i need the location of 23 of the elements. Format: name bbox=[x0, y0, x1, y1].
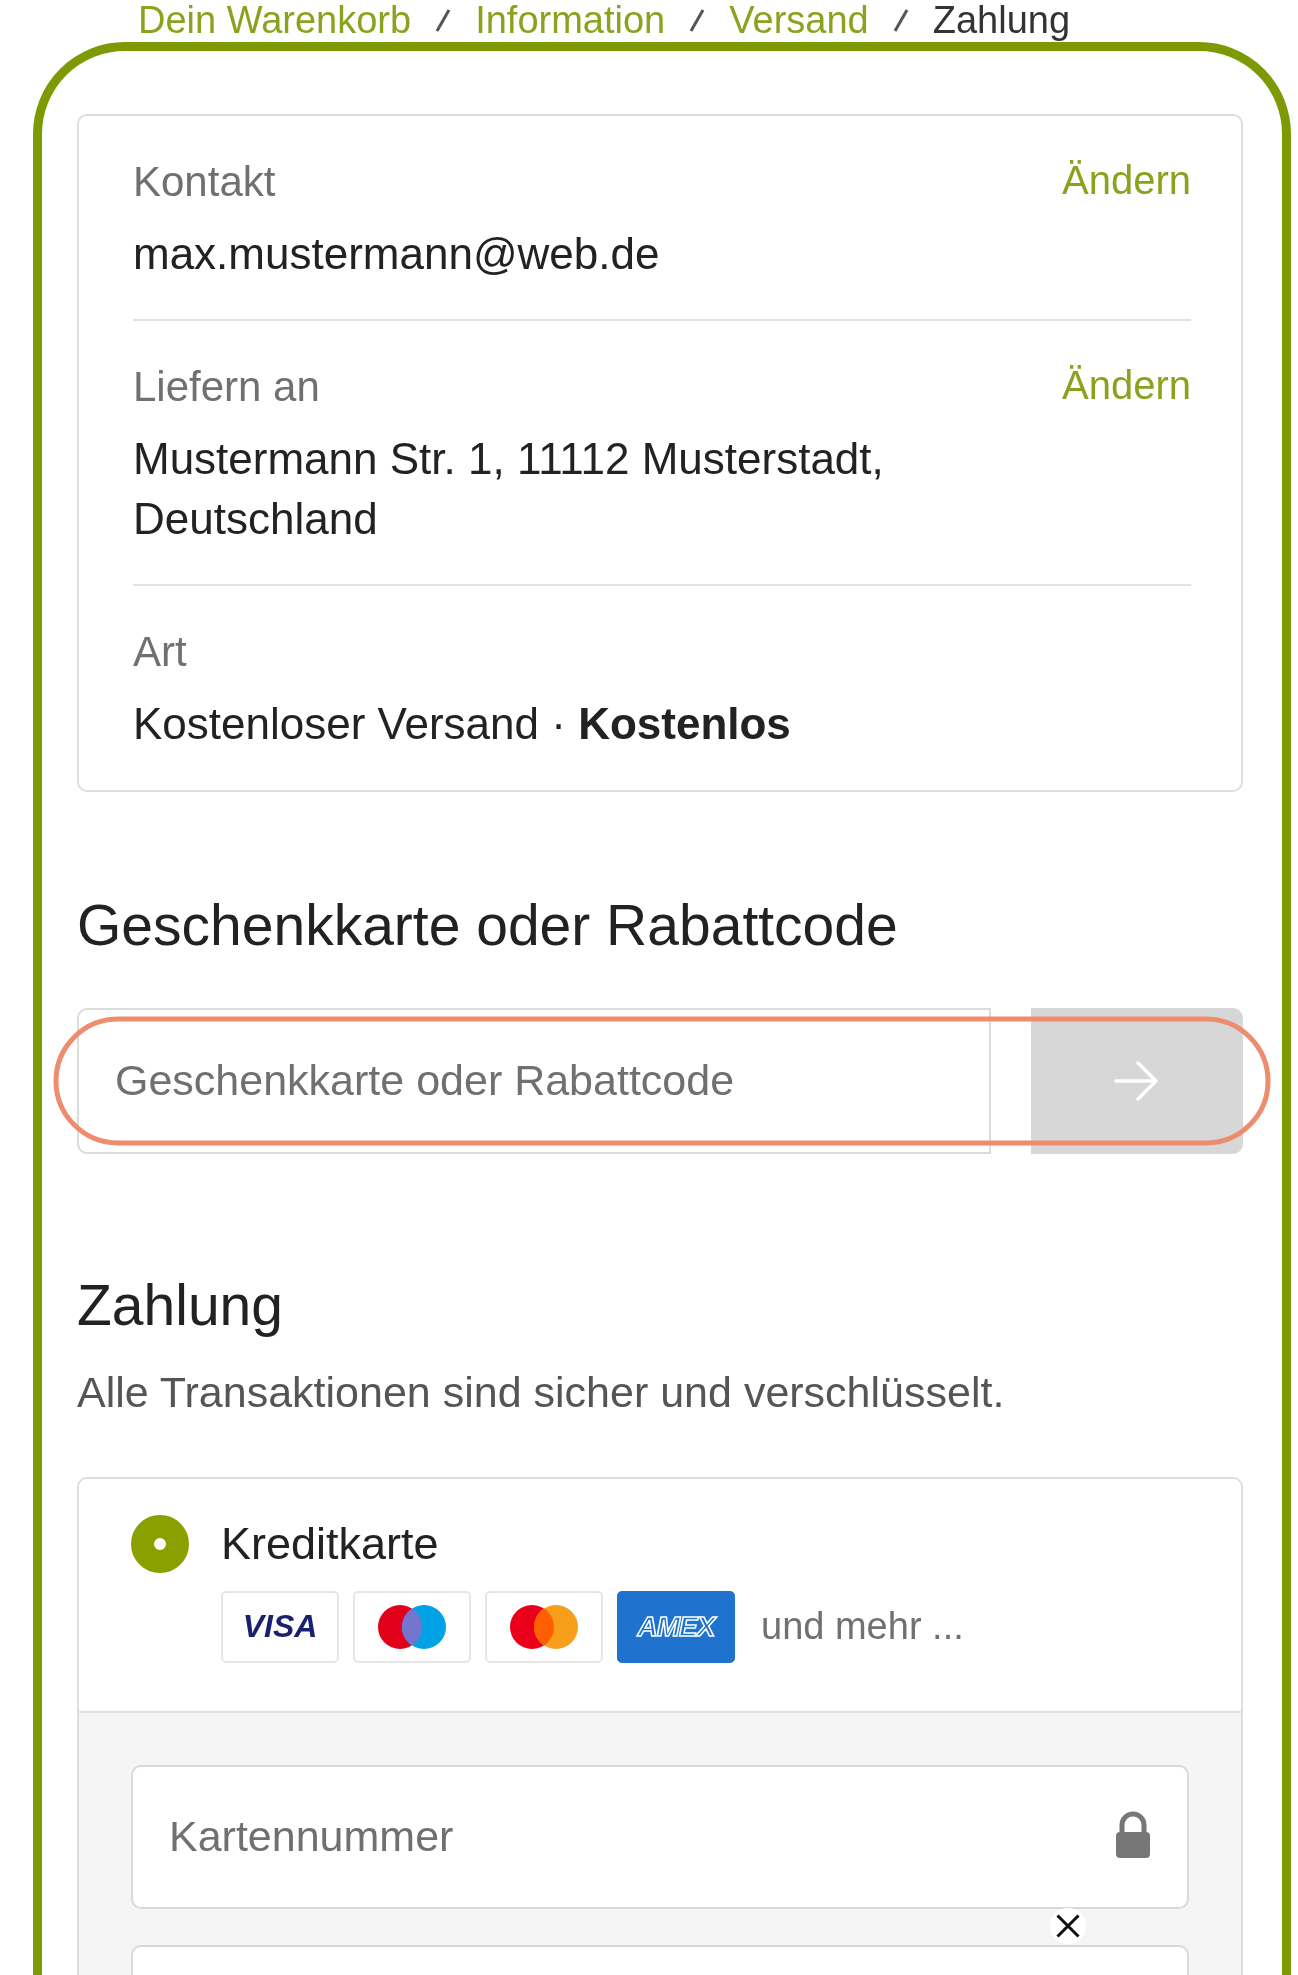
breadcrumb-link[interactable]: Versand bbox=[729, 0, 869, 40]
section-subtitle: Alle Transaktionen sind sicher und verschlüsselt. bbox=[77, 1367, 1006, 1417]
card-number-field[interactable]: Kartennummer bbox=[131, 1764, 1189, 1909]
payment-method-label: Kreditkarte bbox=[221, 1517, 439, 1570]
breadcrumb-link[interactable]: Dein Warenkorb bbox=[138, 0, 412, 40]
amex-logo: AMEX bbox=[617, 1590, 735, 1663]
summary-value: Kostenloser Versand · Kostenlos bbox=[133, 698, 791, 751]
summary-label: Liefern an bbox=[133, 363, 321, 412]
radio-button[interactable] bbox=[131, 1514, 189, 1573]
visa-logo: VISA bbox=[221, 1590, 339, 1663]
summary-label: Kontakt bbox=[133, 158, 277, 206]
summary-value: Mustermann Str. 1, 11112 Musterstadt, Deutschland bbox=[133, 433, 885, 545]
section-heading: Geschenkkarte oder Rabattcode bbox=[77, 891, 899, 958]
breadcrumb-link[interactable]: Information bbox=[475, 0, 666, 40]
more-cards-text: und mehr ... bbox=[761, 1605, 964, 1649]
close-icon bbox=[1054, 1912, 1082, 1940]
arrow-right-icon bbox=[1113, 1058, 1161, 1103]
summary-label: Art bbox=[133, 628, 188, 677]
section-heading: Zahlung bbox=[77, 1271, 284, 1338]
breadcrumb-current: Zahlung bbox=[932, 0, 1071, 40]
summary-value: max.mustermann@web.de bbox=[133, 228, 660, 280]
change-link[interactable]: Ändern bbox=[1062, 363, 1191, 409]
change-link[interactable]: Ändern bbox=[1062, 158, 1191, 203]
